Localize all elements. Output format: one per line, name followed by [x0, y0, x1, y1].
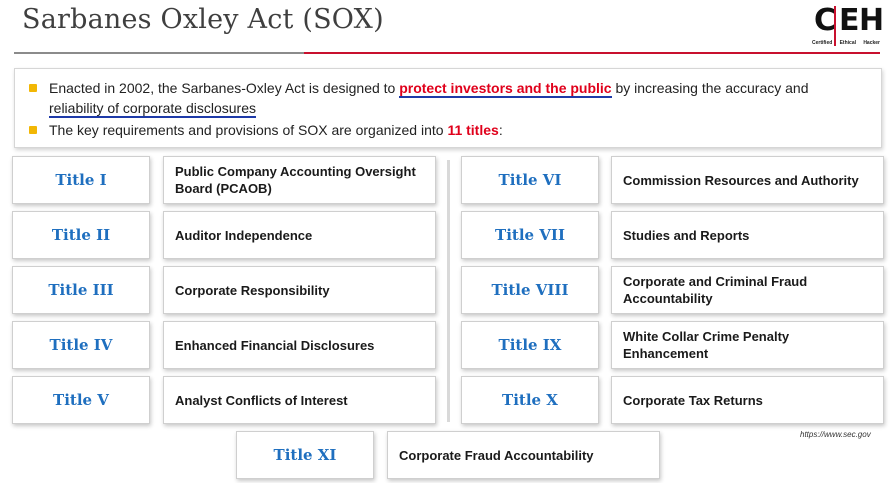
title-vi-desc: Commission Resources and Authority: [611, 156, 884, 204]
highlight-11-titles: 11 titles: [447, 122, 499, 138]
title-ii-box: Title II: [12, 211, 150, 259]
title-ix-desc: White Collar Crime Penalty Enhancement: [611, 321, 884, 369]
ceh-logo: C E H Certified Ethical Hacker: [812, 3, 884, 50]
bullet-enacted: Enacted in 2002, the Sarbanes-Oxley Act …: [29, 78, 859, 118]
logo-sub-hacker: Hacker: [863, 40, 880, 46]
title-i-box: Title I: [12, 156, 150, 204]
bullet-square-icon: [29, 84, 37, 92]
column-divider: [447, 160, 450, 422]
bullet-enacted-mid: by increasing the accuracy and: [611, 80, 809, 96]
title-v-box: Title V: [12, 376, 150, 424]
logo-letters: C E H: [812, 3, 884, 38]
title-vi-box: Title VI: [461, 156, 599, 204]
logo-sub-certified: Certified: [812, 40, 833, 46]
title-rule-gray: [14, 52, 304, 54]
title-vii-box: Title VII: [461, 211, 599, 259]
title-ix-box: Title IX: [461, 321, 599, 369]
title-x-desc: Corporate Tax Returns: [611, 376, 884, 424]
bullet-enacted-text: Enacted in 2002, the Sarbanes-Oxley Act …: [29, 78, 859, 118]
bullet-enacted-pre: Enacted in 2002, the Sarbanes-Oxley Act …: [49, 80, 400, 96]
bullet-key-requirements: The key requirements and provisions of S…: [29, 120, 859, 140]
bullet-square-icon: [29, 126, 37, 134]
logo-subtitle: Certified Ethical Hacker: [812, 40, 880, 46]
title-v-desc: Analyst Conflicts of Interest: [163, 376, 436, 424]
title-i-desc: Public Company Accounting Oversight Boar…: [163, 156, 436, 204]
title-x-box: Title X: [461, 376, 599, 424]
logo-letter-c: C: [814, 3, 837, 38]
source-link[interactable]: https://www.sec.gov: [800, 430, 871, 439]
bullet-key-post: :: [498, 122, 503, 138]
title-iv-box: Title IV: [12, 321, 150, 369]
title-ii-desc: Auditor Independence: [163, 211, 436, 259]
bullet-key-pre: The key requirements and provisions of S…: [49, 122, 448, 138]
logo-letter-h: H: [859, 3, 885, 38]
page-title: Sarbanes Oxley Act (SOX): [22, 4, 384, 35]
title-xi-desc: Corporate Fraud Accountability: [387, 431, 660, 479]
title-vii-desc: Studies and Reports: [611, 211, 884, 259]
bullet-key-text: The key requirements and provisions of S…: [29, 120, 859, 140]
title-rule-red: [304, 52, 880, 54]
highlight-protect-investors: protect investors and the public: [399, 80, 612, 98]
underline-reliability: reliability of corporate disclosures: [49, 100, 256, 118]
logo-letter-e: E: [839, 3, 860, 38]
title-xi-box: Title XI: [236, 431, 374, 479]
title-iv-desc: Enhanced Financial Disclosures: [163, 321, 436, 369]
title-iii-desc: Corporate Responsibility: [163, 266, 436, 314]
title-iii-box: Title III: [12, 266, 150, 314]
title-viii-desc: Corporate and Criminal Fraud Accountabil…: [611, 266, 884, 314]
intro-bullets-box: Enacted in 2002, the Sarbanes-Oxley Act …: [14, 68, 882, 148]
logo-sub-ethical: Ethical: [839, 40, 856, 46]
title-viii-box: Title VIII: [461, 266, 599, 314]
